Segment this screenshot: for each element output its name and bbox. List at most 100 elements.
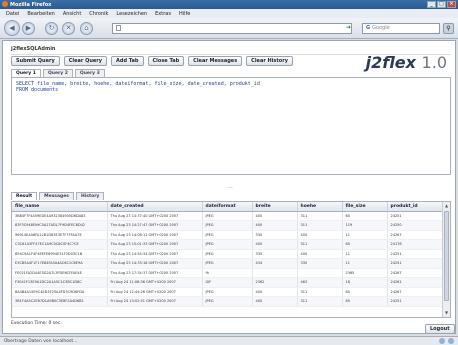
- table-cell: JPEG: [202, 220, 253, 231]
- table-row[interactable]: E3CB5A4F1F17E84FA3A4AC6C1C6E9A Thu Aug 23…: [12, 258, 445, 269]
- menu-hilfe[interactable]: Hilfe: [179, 11, 190, 18]
- menu-ansicht[interactable]: Ansicht: [63, 11, 81, 18]
- search-placeholder: Google: [372, 25, 390, 31]
- reload-icon[interactable]: ↻: [45, 22, 58, 35]
- google-icon: G: [366, 25, 371, 31]
- table-cell: 11: [342, 249, 388, 259]
- status-text: Übertrage Daten von localhost...: [4, 339, 78, 344]
- table-cell: Thu Aug 23 14:33:18 GMT+0200 2007: [107, 258, 203, 269]
- clear-history-button[interactable]: Clear History: [246, 56, 293, 66]
- clear-query-button[interactable]: Clear Query: [63, 56, 108, 66]
- table-cell: 24267: [387, 268, 445, 278]
- table-row[interactable]: FE021FA2D44E5D2A7L3FDE6CFFAE4E Thu Aug 23…: [12, 268, 445, 278]
- magnifier-icon[interactable]: ⚲: [443, 23, 454, 34]
- column-header-date-created[interactable]: date_created: [107, 202, 203, 212]
- table-row[interactable]: F3041F13E9A1DC2A1A5C1C3BC1D8C Fri Aug 24 …: [12, 277, 445, 288]
- close-tab-button[interactable]: Close Tab: [147, 56, 185, 66]
- menu-extras[interactable]: Extras: [155, 11, 171, 18]
- tab-query-2[interactable]: Query 2: [42, 69, 73, 77]
- back-arrow-icon[interactable]: ◀: [4, 20, 20, 36]
- table-cell: [297, 268, 343, 278]
- table-cell: 400: [252, 211, 298, 221]
- column-header-hoehe[interactable]: hoehe: [297, 202, 343, 212]
- menu-bearbeiten[interactable]: Bearbeiten: [27, 11, 54, 18]
- table-cell: 65: [342, 287, 388, 297]
- table-row[interactable]: 894C9A1F4F4EEFE6994E31F3D03C1B Thu Aug 23…: [12, 249, 445, 259]
- table-cell: 65: [342, 211, 388, 221]
- table-cell: 65: [342, 239, 388, 250]
- table-cell: GIF: [202, 277, 253, 288]
- table-cell: 65: [342, 296, 388, 307]
- table-cell: Thu Aug 23 14:54:34 GMT+0200 2007: [107, 249, 203, 259]
- menu-chronik[interactable]: Chronik: [89, 11, 108, 18]
- table-cell: C3C61A3FF47EC1A9C0C6C0F4C7CE: [12, 239, 108, 250]
- column-header-produkt-id[interactable]: produkt_id: [387, 202, 445, 212]
- splitter-handle[interactable]: ---: [223, 186, 237, 191]
- table-cell: 311: [297, 296, 343, 307]
- column-header-file-name[interactable]: file_name: [12, 202, 108, 212]
- menu-bar: Datei Bearbeiten Ansicht Chronik Lesezei…: [0, 9, 458, 18]
- go-arrow-icon[interactable]: ➜: [346, 24, 354, 33]
- search-input[interactable]: G Google: [362, 23, 440, 34]
- close-window-button[interactable]: ×: [447, 1, 456, 8]
- table-cell: 400: [252, 287, 298, 297]
- window-title: Mozilla Firefox: [10, 2, 52, 8]
- clear-messages-button[interactable]: Clear Messages: [188, 56, 243, 66]
- minimize-button[interactable]: _: [427, 1, 436, 8]
- sql-line: FROM documents: [16, 87, 59, 93]
- home-icon[interactable]: ⌂: [80, 22, 93, 35]
- tab-query-3[interactable]: Query 3: [74, 69, 105, 77]
- tab-result[interactable]: Result: [11, 192, 38, 200]
- menu-lesezeichen[interactable]: Lesezeichen: [116, 11, 147, 18]
- table-cell: 311: [297, 211, 343, 221]
- table-row[interactable]: 3B1F4A5C2E67D1A9B0C3E8F2A4D6B1 Fri Aug 24…: [12, 296, 445, 307]
- status-bar: Übertrage Daten von localhost...: [0, 336, 458, 345]
- stop-icon[interactable]: ✕: [62, 22, 75, 35]
- column-header-breite[interactable]: breite: [252, 202, 298, 212]
- column-header-file-size[interactable]: file_size: [342, 202, 388, 212]
- page-content: j2flexSQLAdmin Submit Query Clear Query …: [2, 40, 456, 334]
- forward-arrow-icon[interactable]: ▶: [22, 22, 35, 35]
- table-cell: 2362: [252, 277, 298, 288]
- vertical-scrollbar[interactable]: ▲ ▼: [442, 202, 450, 317]
- table-cell: JPEG: [202, 230, 253, 240]
- table-row[interactable]: 8A4B4A15E9C45D3F25A4FD3C9D6FDA Fri Aug 24…: [12, 287, 445, 297]
- logout-button[interactable]: Logout: [425, 324, 455, 334]
- table-cell: 330: [297, 258, 343, 269]
- table-cell: 24251: [387, 296, 445, 307]
- column-header-dateiformat[interactable]: dateiformat: [202, 202, 253, 212]
- window-title-bar: Mozilla Firefox _ □ ×: [0, 0, 458, 9]
- table-row[interactable]: C3C61A3FF47EC1A9C0C6C0F4C7CE Thu Aug 23 1…: [12, 239, 445, 250]
- table-cell: 400: [297, 249, 343, 259]
- table-row[interactable]: 3B84F7F4459EDE4A932384905D6DA83 Thu Aug 2…: [12, 211, 445, 221]
- table-row[interactable]: 83F3C948FA9C5A27ADL7F9D4FEC6D42 Thu Aug 2…: [12, 220, 445, 231]
- logo-version: 1.0: [421, 53, 447, 72]
- menu-datei[interactable]: Datei: [6, 11, 19, 18]
- tab-history[interactable]: History: [75, 192, 105, 200]
- table-cell: 24261: [387, 277, 445, 288]
- result-table: file_name date_created dateiformat breit…: [12, 202, 445, 307]
- firefox-icon: [2, 1, 8, 7]
- logo-text: j2flex: [365, 53, 416, 72]
- tab-query-1[interactable]: Query 1: [11, 69, 41, 77]
- table-cell: Fri Aug 24 13:02:51 GMT+0200 2007: [107, 296, 203, 307]
- add-tab-button[interactable]: Add Tab: [111, 56, 144, 66]
- table-row[interactable]: 96914E4A6FA12B1D83E3E7F7FFAA7E Thu Aug 23…: [12, 230, 445, 240]
- table-cell: 330: [252, 249, 298, 259]
- scroll-down-arrow-icon[interactable]: ▼: [444, 310, 449, 316]
- scrollbar-thumb[interactable]: [444, 211, 449, 301]
- table-cell: 330: [252, 230, 298, 240]
- table-cell: JPEG: [202, 258, 253, 269]
- submit-query-button[interactable]: Submit Query: [11, 56, 60, 66]
- window-controls: _ □ ×: [427, 1, 456, 8]
- table-cell: 96914E4A6FA12B1D83E3E7F7FFAA7E: [12, 230, 108, 240]
- toolbar: Submit Query Clear Query Add Tab Close T…: [11, 56, 293, 66]
- navigation-toolbar: ◀ ▶ ↻ ✕ ⌂ ➜ G Google ⚲: [0, 18, 458, 39]
- scroll-up-arrow-icon[interactable]: ▲: [444, 203, 449, 209]
- table-cell: 24250: [387, 220, 445, 231]
- table-cell: 24251: [387, 249, 445, 259]
- tab-messages[interactable]: Messages: [39, 192, 74, 200]
- maximize-button[interactable]: □: [437, 1, 446, 8]
- sql-editor[interactable]: SELECT file_name, breite, hoehe, dateifo…: [11, 77, 451, 175]
- url-bar[interactable]: [112, 23, 352, 34]
